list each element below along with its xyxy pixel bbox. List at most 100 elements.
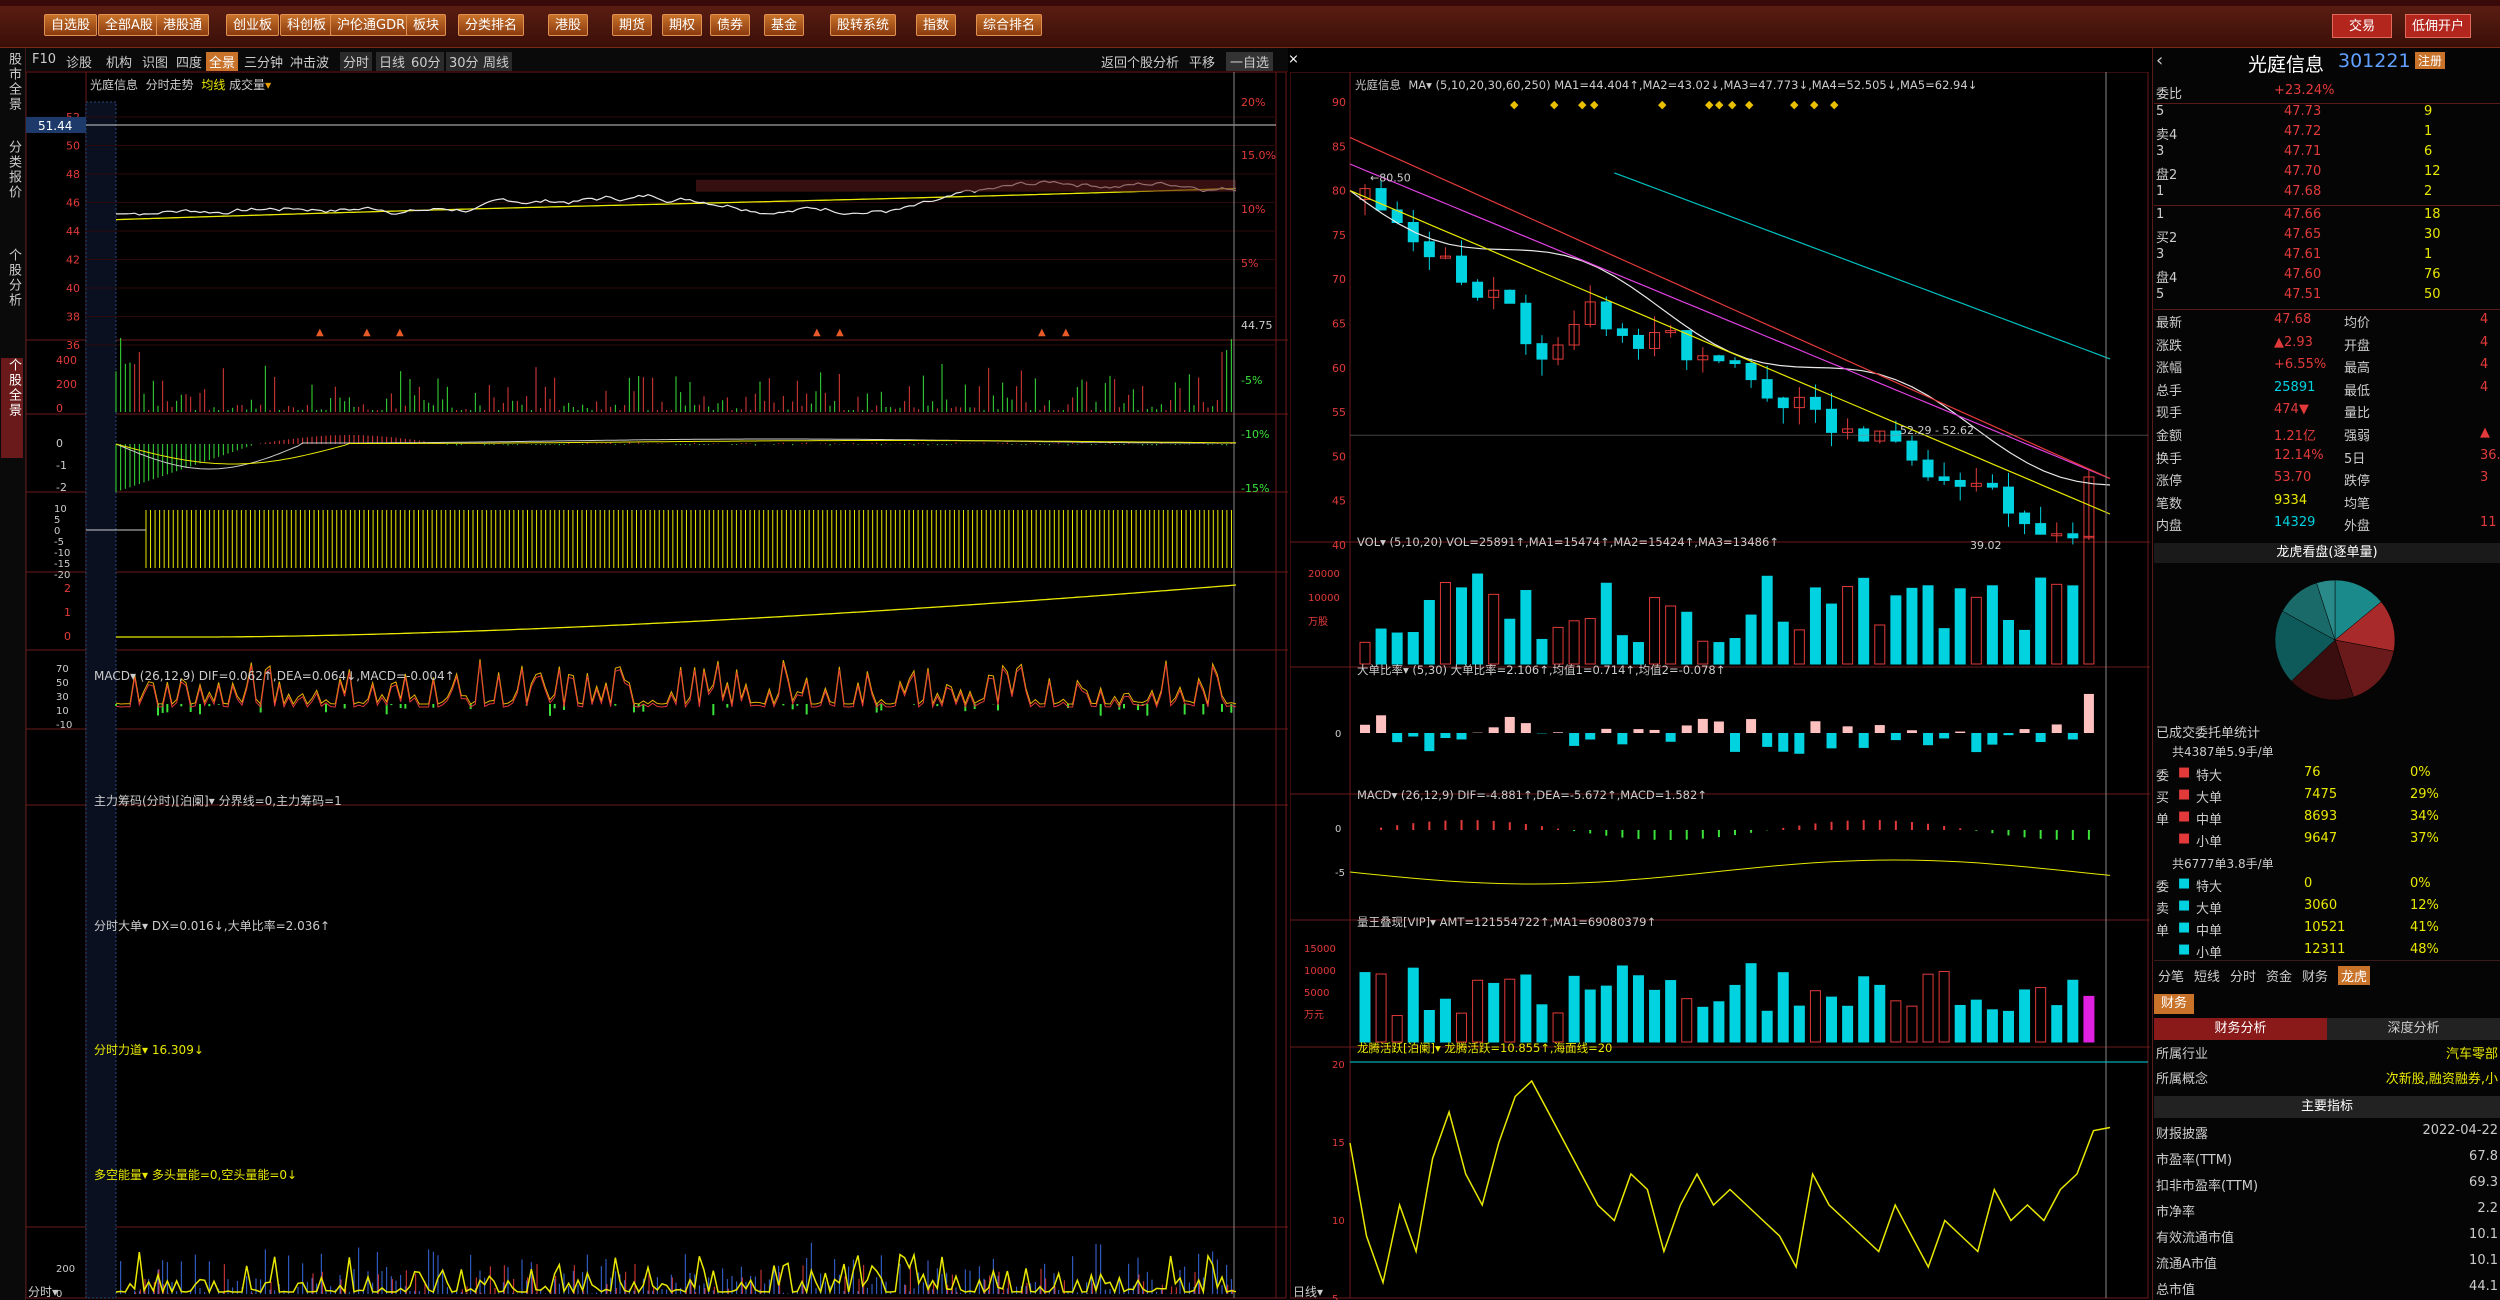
panel-tab-5[interactable]: 龙虎 bbox=[2338, 966, 2371, 985]
zlcm-tick-0: 10 bbox=[54, 504, 67, 515]
pct-tick-0: 20% bbox=[1241, 96, 1265, 109]
fsld-header: 分时力道▾ 16.309↓ bbox=[94, 1043, 204, 1057]
left-axis-mode[interactable]: 分时▾ bbox=[28, 1283, 58, 1300]
subbar-item-5[interactable]: 全景 bbox=[206, 52, 239, 71]
subbar-item-9[interactable]: 日线 bbox=[376, 52, 409, 71]
deep-analysis-tab[interactable]: 深度分析 bbox=[2327, 1018, 2500, 1040]
fsdd-tick-0: 2 bbox=[64, 582, 71, 595]
daily-lthy-header: 龙腾活跃[泊阑]▾ 龙腾活跃=10.855↑,海面线=20 bbox=[1357, 1041, 1613, 1055]
market-button-3[interactable]: 创业板 bbox=[226, 14, 280, 36]
tab-category-quotes[interactable]: 分类报价 bbox=[1, 140, 23, 240]
collapse-icon[interactable]: ⨯ bbox=[1288, 52, 1299, 67]
daily-vol-bar bbox=[1536, 638, 1548, 665]
subbar-item-10[interactable]: 60分 bbox=[408, 52, 444, 71]
daily-candle bbox=[1536, 343, 1548, 360]
pan-button[interactable]: 平移 bbox=[1189, 52, 1215, 71]
fin-tab[interactable]: 财务 bbox=[2154, 994, 2194, 1014]
price-tick-1: 50 bbox=[66, 140, 80, 153]
daily-ma-line-0 bbox=[1349, 190, 2111, 486]
market-button-2[interactable]: 港股通 bbox=[156, 14, 210, 36]
subbar-item-4[interactable]: 四度 bbox=[176, 52, 202, 71]
pre-market-hatch bbox=[85, 101, 117, 1299]
panel-tab-0[interactable]: 分笔 bbox=[2158, 966, 2184, 985]
fsld-tick-2: 30 bbox=[56, 692, 69, 703]
panel-tab-3[interactable]: 资金 bbox=[2266, 966, 2292, 985]
ddbl-bar bbox=[1713, 721, 1724, 733]
stock-code: 301221 bbox=[2338, 50, 2411, 72]
divider bbox=[2154, 309, 2500, 310]
ddbl-bar bbox=[1826, 733, 1837, 749]
open-account-button[interactable]: 低佣开户 bbox=[2405, 14, 2471, 38]
lwdx-tick-3: 万元 bbox=[1304, 1010, 1324, 1021]
market-button-7[interactable]: 分类排名 bbox=[458, 14, 525, 36]
watchlist-select[interactable]: 一自选 bbox=[1226, 52, 1274, 71]
subbar-item-11[interactable]: 30分 bbox=[446, 52, 482, 71]
indicator-row-5: 流通A市值 10.1 bbox=[2156, 1253, 2498, 1272]
subbar-item-3[interactable]: 识图 bbox=[142, 52, 168, 71]
market-button-13[interactable]: 股转系统 bbox=[830, 14, 897, 36]
back-to-analysis-link[interactable]: 返回个股分析 bbox=[1101, 52, 1179, 71]
daily-vol-tick-1: 10000 bbox=[1308, 593, 1340, 604]
tab-stock-panorama[interactable]: 个股全景 bbox=[1, 358, 23, 458]
subbar-item-1[interactable]: 诊股 bbox=[66, 52, 92, 71]
signal-marker-1: ▲ bbox=[363, 327, 371, 338]
daily-diamond-10: ◆ bbox=[1810, 98, 1819, 111]
subbar-item-0[interactable]: F10 bbox=[32, 52, 56, 67]
signal-marker-0: ▲ bbox=[316, 327, 324, 338]
market-button-5[interactable]: 沪伦通GDR bbox=[330, 14, 413, 36]
lwdx-bar bbox=[1906, 1005, 1918, 1043]
market-button-14[interactable]: 指数 bbox=[916, 14, 957, 36]
indicator-row-3: 市净率 2.2 bbox=[2156, 1201, 2498, 1220]
pct-tick-5: -5% bbox=[1241, 374, 1262, 387]
market-button-10[interactable]: 期权 bbox=[662, 14, 703, 36]
stat-row-5: 金额 1.21亿 强弱 ▲ bbox=[2156, 425, 2490, 444]
subbar-item-6[interactable]: 三分钟 bbox=[244, 52, 283, 71]
market-button-11[interactable]: 债券 bbox=[710, 14, 751, 36]
pct-tick-7: -15% bbox=[1241, 482, 1269, 495]
trade-button[interactable]: 交易 bbox=[2332, 14, 2392, 38]
panel-tab-2[interactable]: 分时 bbox=[2230, 966, 2256, 985]
panel-tab-1[interactable]: 短线 bbox=[2194, 966, 2220, 985]
market-button-15[interactable]: 综合排名 bbox=[976, 14, 1043, 36]
daily-chart-area[interactable]: ◆◆◆◆◆◆◆◆◆◆◆◆◆ 9085807570656055504540←80.… bbox=[1290, 72, 2152, 1300]
daily-vol-bar bbox=[1922, 585, 1934, 665]
indicator-row-0: 财报披露 2022-04-22 bbox=[2156, 1123, 2498, 1142]
lwdx-bar bbox=[1986, 1009, 1998, 1043]
divider bbox=[2154, 205, 2500, 206]
ddbl-bar bbox=[1504, 716, 1515, 733]
market-button-1[interactable]: 全部A股 bbox=[98, 14, 160, 36]
stat-row-6: 换手 12.14% 5日 36. bbox=[2156, 447, 2500, 467]
daily-vol-bar bbox=[1600, 582, 1612, 665]
daily-vol-bar bbox=[1842, 586, 1854, 665]
market-button-4[interactable]: 科创板 bbox=[280, 14, 334, 36]
panel-tab-4[interactable]: 财务 bbox=[2302, 966, 2328, 985]
tab-stock-analysis[interactable]: 个股分析 bbox=[1, 248, 23, 348]
ddbl-bar bbox=[1810, 721, 1821, 733]
tab-market-overview[interactable]: 股市全景 bbox=[1, 52, 23, 132]
right-axis-mode[interactable]: 日线▾ bbox=[1293, 1283, 1323, 1300]
fin-analysis-tab[interactable]: 财务分析 bbox=[2154, 1018, 2327, 1040]
buy-stat-row-2: 单 ■ 中单 8693 34% bbox=[2156, 809, 2439, 828]
intraday-chart-area[interactable]: ▲▲▲▲▲▲▲ 52504846444240383651.4420%15.0%1… bbox=[26, 72, 1288, 1300]
subbar-item-7[interactable]: 冲击波 bbox=[290, 52, 329, 71]
market-button-6[interactable]: 板块 bbox=[406, 14, 447, 36]
ddbl-bar bbox=[1874, 725, 1885, 733]
market-button-8[interactable]: 港股 bbox=[548, 14, 589, 36]
subbar-item-8[interactable]: 分时 bbox=[340, 52, 373, 71]
market-button-9[interactable]: 期货 bbox=[612, 14, 653, 36]
daily-candle bbox=[1826, 408, 1838, 433]
ddbl-bar bbox=[1633, 729, 1644, 733]
subbar-item-2[interactable]: 机构 bbox=[106, 52, 132, 71]
subbar-item-12[interactable]: 周线 bbox=[480, 52, 513, 71]
market-button-12[interactable]: 基金 bbox=[764, 14, 805, 36]
lwdx-bar bbox=[1729, 984, 1741, 1043]
market-button-0[interactable]: 自选股 bbox=[44, 14, 98, 36]
ddbl-bar bbox=[1520, 723, 1531, 733]
sell-level-1: 卖4 47.72 1 bbox=[2156, 124, 2433, 143]
daily-vol-bar bbox=[1504, 618, 1516, 665]
back-icon[interactable]: ‹ bbox=[2156, 50, 2163, 71]
daily-candle bbox=[1906, 440, 1918, 461]
signal-marker-3: ▲ bbox=[813, 327, 821, 338]
daily-vol-bar bbox=[1713, 642, 1725, 665]
sell-level-4: 1 47.68 2 bbox=[2156, 184, 2433, 199]
